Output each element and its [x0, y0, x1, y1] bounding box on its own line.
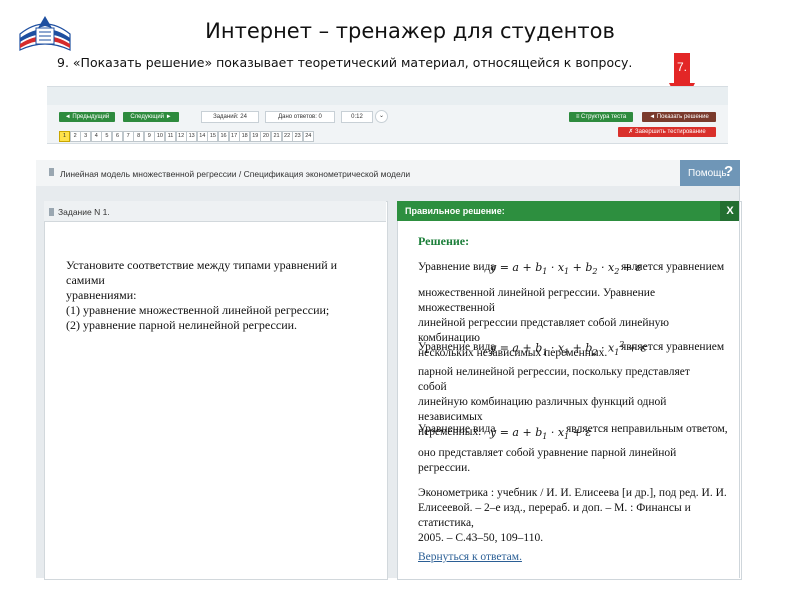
- task-marker-icon: [49, 208, 54, 216]
- task-line: (2) уравнение парной нелинейной регресси…: [66, 318, 298, 332]
- page-button-19[interactable]: 19: [249, 131, 261, 142]
- page-button-17[interactable]: 17: [228, 131, 240, 142]
- page-button-20[interactable]: 20: [260, 131, 272, 142]
- next-button[interactable]: Следующий ►: [123, 112, 179, 122]
- page-button-1[interactable]: 1: [59, 131, 70, 142]
- university-logo: [19, 16, 71, 51]
- task-line: (1) уравнение множественной линейной рег…: [66, 303, 330, 317]
- solution-line: парной нелинейной регрессии, поскольку п…: [418, 366, 690, 393]
- solution-p3-body: оно представляет собой уравнение парной …: [418, 446, 718, 476]
- page-button-24[interactable]: 24: [302, 131, 314, 142]
- structure-button[interactable]: ≡ Структура теста: [569, 112, 633, 122]
- page-button-23[interactable]: 23: [292, 131, 304, 142]
- breadcrumb: Линейная модель множественной регрессии …: [60, 169, 411, 179]
- finish-test-button[interactable]: ✗ Завершить тестирование: [618, 127, 716, 137]
- page-button-2[interactable]: 2: [69, 131, 81, 142]
- page-button-18[interactable]: 18: [239, 131, 251, 142]
- page-button-5[interactable]: 5: [101, 131, 113, 142]
- solution-heading: Решение:: [418, 234, 470, 248]
- page-button-11[interactable]: 11: [165, 131, 176, 142]
- page-button-15[interactable]: 15: [207, 131, 219, 142]
- page-button-4[interactable]: 4: [90, 131, 102, 142]
- solution-p1-suffix: является уравнением: [621, 261, 725, 273]
- show-solution-button[interactable]: ◄ Показать решение: [642, 112, 716, 122]
- panel-border: [739, 186, 740, 578]
- page-button-7[interactable]: 7: [122, 131, 134, 142]
- slide-note: 9. «Показать решение» показывает теорети…: [57, 55, 633, 70]
- timer: 0:12: [341, 111, 373, 123]
- page-button-8[interactable]: 8: [133, 131, 145, 142]
- page-button-3[interactable]: 3: [80, 131, 92, 142]
- page-button-21[interactable]: 21: [271, 131, 282, 142]
- task-line: уравнениями:: [66, 288, 137, 302]
- page-button-14[interactable]: 14: [196, 131, 208, 142]
- page-button-9[interactable]: 9: [143, 131, 155, 142]
- breadcrumb-marker-icon: [49, 168, 54, 176]
- solution-line: линейную комбинацию различных функций од…: [418, 396, 667, 423]
- slide-title: Интернет – тренажер для студентов: [205, 19, 615, 43]
- solution-p2-suffix: является уравнением: [621, 341, 725, 353]
- page-button-16[interactable]: 16: [218, 131, 229, 142]
- reference-line: 2005. – С.43–50, 109–110.: [418, 532, 544, 544]
- prev-button[interactable]: ◄ Предыдущий: [59, 112, 115, 122]
- solution-reference: Эконометрика : учебник / И. И. Елисеева …: [418, 486, 728, 546]
- page-button-10[interactable]: 10: [154, 131, 166, 142]
- solution-p3-suffix: является неправильным ответом,: [566, 423, 728, 435]
- solution-line: множественной линейной регрессии. Уравне…: [418, 287, 656, 314]
- task-line: Установите соответствие между типами ура…: [66, 258, 338, 287]
- toolbar-top-row: [47, 87, 728, 105]
- page-button-13[interactable]: 13: [186, 131, 198, 142]
- reference-line: Эконометрика : учебник / И. И. Елисеева …: [418, 487, 727, 499]
- page-button-6[interactable]: 6: [112, 131, 123, 142]
- chevron-down-icon[interactable]: ⌄: [375, 110, 388, 123]
- help-icon: ?: [724, 163, 734, 180]
- solution-title: Правильное решение:: [405, 206, 505, 216]
- formula-1: y = a + b1 · x1 + b2 · x2 + ε: [490, 261, 642, 277]
- task-text: Установите соответствие между типами ура…: [66, 258, 366, 333]
- reference-line: Елисеевой. – 2–е изд., перераб. и доп. –…: [418, 502, 691, 529]
- test-toolbar: ◄ Предыдущий Следующий ► Заданий: 24 Дан…: [47, 86, 728, 144]
- back-to-answers-link[interactable]: Вернуться к ответам.: [418, 551, 522, 563]
- help-label: Помощь: [688, 168, 727, 179]
- page-button-22[interactable]: 22: [281, 131, 293, 142]
- arrow-label: 7.: [677, 60, 687, 74]
- answers-count: Дано ответов: 0: [265, 111, 335, 123]
- solution-line: оно представляет собой уравнение парной …: [418, 447, 677, 474]
- tasks-count: Заданий: 24: [201, 111, 259, 123]
- task-title: Задание N 1.: [58, 207, 110, 217]
- page-button-12[interactable]: 12: [175, 131, 187, 142]
- close-icon[interactable]: X: [720, 201, 740, 221]
